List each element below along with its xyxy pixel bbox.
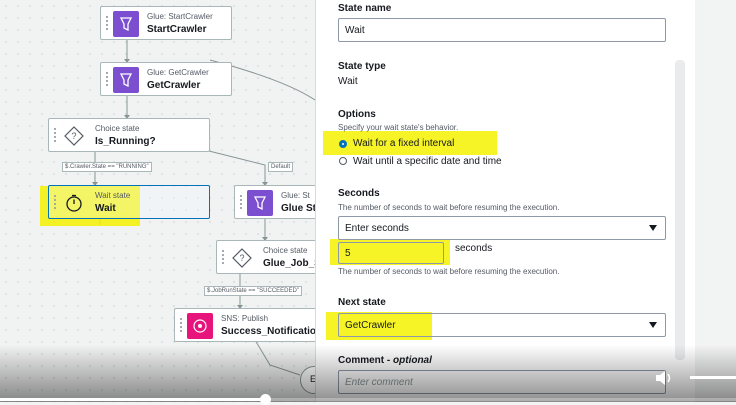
node-title: Success_Notification bbox=[221, 326, 315, 337]
edge-label-default: Default bbox=[268, 162, 294, 172]
comment-input[interactable]: Enter comment bbox=[338, 370, 666, 394]
radio-fixed-interval-label[interactable]: Wait for a fixed interval bbox=[353, 138, 454, 149]
comment-optional: optional bbox=[393, 355, 432, 366]
progress-knob[interactable] bbox=[259, 394, 271, 405]
node-title: Glue_Job_S bbox=[263, 258, 315, 269]
workflow-canvas[interactable]: $.Crawler.State == "RUNNING" Default $.J… bbox=[0, 0, 315, 402]
node-kind: SNS: Publish bbox=[221, 314, 269, 323]
video-progress-bar[interactable] bbox=[0, 394, 736, 405]
edge-label-crawler-running: $.Crawler.State == "RUNNING" bbox=[62, 162, 152, 172]
chevron-down-icon bbox=[649, 225, 657, 231]
node-title: Glue St bbox=[281, 203, 315, 214]
node-wait[interactable]: Wait state Wait bbox=[48, 185, 210, 219]
seconds-unit-label: seconds bbox=[455, 243, 493, 254]
right-gutter bbox=[695, 0, 736, 402]
volume-slider[interactable] bbox=[690, 376, 736, 379]
node-kind: Glue: StartCrawler bbox=[147, 12, 213, 21]
next-state-value: GetCrawler bbox=[345, 319, 396, 331]
seconds-mode-select[interactable]: Enter seconds bbox=[338, 216, 666, 240]
seconds-mode-value: Enter seconds bbox=[345, 222, 409, 234]
drag-handle-icon[interactable] bbox=[105, 71, 109, 87]
choice-state-icon: ? bbox=[229, 245, 255, 271]
radio-specific-date[interactable] bbox=[339, 157, 347, 165]
node-title: GetCrawler bbox=[147, 80, 201, 91]
svg-text:?: ? bbox=[72, 131, 77, 141]
node-getcrawler[interactable]: Glue: GetCrawler GetCrawler bbox=[100, 62, 232, 96]
drag-handle-icon[interactable] bbox=[53, 194, 57, 210]
drag-handle-icon[interactable] bbox=[239, 194, 243, 210]
node-kind: Choice state bbox=[263, 246, 308, 255]
state-type-label: State type bbox=[338, 61, 386, 72]
seconds-input[interactable]: 5 bbox=[338, 242, 444, 264]
drag-handle-icon[interactable] bbox=[221, 249, 225, 265]
node-kind: Choice state bbox=[95, 124, 140, 133]
comment-placeholder: Enter comment bbox=[345, 376, 413, 388]
stopwatch-icon bbox=[61, 190, 87, 216]
radio-fixed-interval[interactable] bbox=[339, 140, 347, 148]
node-kind: Glue: GetCrawler bbox=[147, 68, 209, 77]
seconds-help: The number of seconds to wait before res… bbox=[338, 267, 560, 276]
glue-crawler-icon bbox=[247, 190, 273, 216]
node-kind: Glue: St bbox=[281, 191, 310, 200]
comment-label-text: Comment bbox=[338, 355, 385, 366]
state-name-input[interactable]: Wait bbox=[338, 18, 666, 42]
chevron-down-icon bbox=[649, 322, 657, 328]
node-startcrawler[interactable]: Glue: StartCrawler StartCrawler bbox=[100, 6, 232, 40]
comment-label: Comment - optional bbox=[338, 355, 432, 366]
state-name-label: State name bbox=[338, 3, 392, 14]
node-is-running[interactable]: ? Choice state Is_Running? bbox=[48, 118, 210, 152]
node-kind: Wait state bbox=[95, 191, 131, 200]
seconds-description: The number of seconds to wait before res… bbox=[338, 203, 560, 212]
state-type-value: Wait bbox=[338, 76, 358, 87]
options-description: Specify your wait state's behavior. bbox=[338, 123, 459, 132]
glue-crawler-icon bbox=[113, 11, 139, 37]
node-glue-job-status[interactable]: ? Choice state Glue_Job_S bbox=[216, 240, 315, 274]
progress-played bbox=[0, 398, 265, 401]
volume-icon[interactable] bbox=[654, 368, 674, 388]
drag-handle-icon[interactable] bbox=[179, 317, 183, 333]
node-title: StartCrawler bbox=[147, 24, 207, 35]
next-state-label: Next state bbox=[338, 297, 386, 308]
svg-text:?: ? bbox=[240, 253, 245, 263]
options-label: Options bbox=[338, 109, 376, 120]
node-success-notification[interactable]: SNS: Publish Success_Notification bbox=[174, 308, 315, 342]
sns-icon bbox=[187, 313, 213, 339]
edge-label-job-succeeded: $.JobRunState == "SUCCEEDED" bbox=[204, 286, 302, 296]
node-title: Is_Running? bbox=[95, 136, 156, 147]
panel-scrollbar[interactable] bbox=[675, 60, 685, 360]
radio-specific-date-label[interactable]: Wait until a specific date and time bbox=[353, 156, 502, 167]
seconds-label: Seconds bbox=[338, 188, 380, 199]
drag-handle-icon[interactable] bbox=[53, 127, 57, 143]
inspector-panel: State name Wait State type Wait Options … bbox=[315, 0, 696, 402]
glue-crawler-icon bbox=[113, 67, 139, 93]
node-title: Wait bbox=[95, 203, 116, 214]
choice-state-icon: ? bbox=[61, 123, 87, 149]
next-state-select[interactable]: GetCrawler bbox=[338, 313, 666, 337]
drag-handle-icon[interactable] bbox=[105, 15, 109, 31]
node-glue-start-job[interactable]: Glue: St Glue St bbox=[234, 185, 315, 219]
